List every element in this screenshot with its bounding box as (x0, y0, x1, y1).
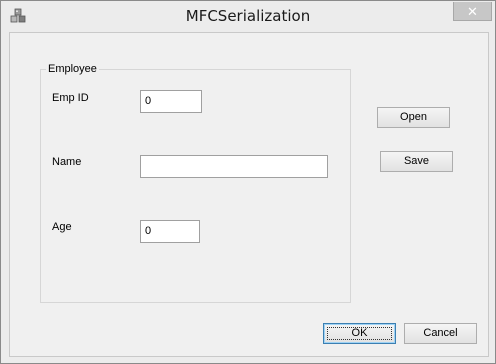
close-button[interactable]: ✕ (453, 2, 492, 21)
employee-groupbox-title: Employee (46, 63, 99, 76)
close-icon: ✕ (467, 3, 478, 19)
open-button[interactable]: Open (377, 107, 450, 128)
name-label: Name (52, 156, 82, 168)
cancel-button[interactable]: Cancel (404, 323, 477, 344)
title-bar[interactable]: MFCSerialization ✕ (1, 1, 495, 32)
save-button[interactable]: Save (380, 151, 453, 172)
age-field[interactable]: 0 (140, 220, 200, 243)
ok-button[interactable]: OK (323, 323, 396, 344)
window-title: MFCSerialization (185, 7, 311, 25)
name-field[interactable] (140, 155, 328, 178)
emp-id-field[interactable]: 0 (140, 90, 202, 113)
emp-id-label: Emp ID (52, 92, 89, 104)
focus-rectangle (327, 327, 392, 340)
age-label: Age (52, 221, 72, 233)
